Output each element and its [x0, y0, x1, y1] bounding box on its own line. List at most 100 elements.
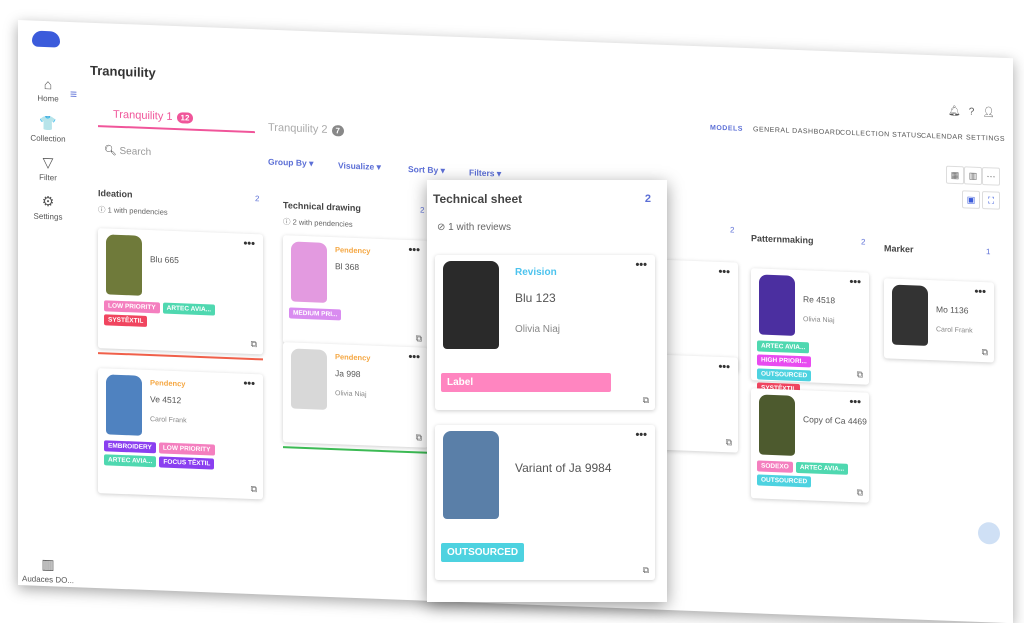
more-options-icon[interactable]: ••• [408, 244, 420, 256]
open-external-icon[interactable]: ⧉ [726, 437, 732, 448]
tab-tranquility-2[interactable]: Tranquility 27 [268, 122, 344, 137]
tag: LOW PRIORITY [104, 300, 160, 314]
filters-dropdown[interactable]: Filters ▾ [469, 167, 501, 179]
tag-list: EMBROIDERY LOW PRIORITY ARTEC AVIA... FOCUS… [104, 440, 243, 470]
model-card[interactable]: Pendency Ja 998 Olivia Niaj ••• ⧉ [283, 342, 428, 454]
more-options-icon[interactable]: ••• [849, 276, 861, 288]
open-external-icon[interactable]: ⧉ [416, 432, 422, 443]
column-view-button[interactable]: ▥ [964, 166, 982, 186]
column-count: 2 [420, 205, 425, 215]
tag: SODEXO [757, 460, 793, 473]
nav-settings[interactable]: SETTINGS [966, 134, 1005, 142]
sidebar-item-home[interactable]: ⌂ Home [18, 75, 78, 104]
tag: ARTEC AVIA... [104, 454, 157, 468]
sidebar-item-collection[interactable]: 👕 Collection [18, 114, 78, 144]
column-count: 2 [644, 193, 651, 205]
model-name: Blu 123 [515, 291, 556, 305]
open-external-icon[interactable]: ⧉ [251, 484, 257, 495]
open-external-icon[interactable]: ⧉ [643, 565, 649, 576]
open-external-icon[interactable]: ⧉ [857, 487, 863, 498]
tag-list: OUTSOURCED [441, 543, 635, 562]
filter-icon: ▽ [42, 153, 54, 171]
nav-general-dashboard[interactable]: GENERAL DASHBOARD [753, 126, 841, 136]
open-external-icon[interactable]: ⧉ [982, 347, 988, 358]
model-card[interactable]: Pendency Bl 368 ••• ⧉ MEDIUM PRI... [283, 235, 428, 355]
model-card[interactable]: Re 4518 Olivia Niaj ••• ⧉ ARTEC AVIA... HIGH … [751, 268, 869, 396]
model-card[interactable]: Blu 665 ••• ⧉ LOW PRIORITY ARTEC AVIA... SYST… [98, 228, 263, 361]
calendar-icon[interactable]: ▣ [962, 190, 980, 209]
tab-label: Tranquility 1 [113, 108, 173, 123]
more-options-icon[interactable]: ••• [718, 361, 730, 373]
garment-thumbnail [106, 234, 142, 296]
tag: EMBROIDERY [104, 440, 156, 454]
home-icon: ⌂ [43, 75, 53, 93]
sidebar-item-label: Home [37, 93, 59, 104]
open-external-icon[interactable]: ⧉ [857, 369, 863, 380]
group-by-dropdown[interactable]: Group By ▾ [268, 157, 313, 170]
model-name: Mo 1136 [936, 304, 969, 316]
tag: ARTEC AVIA... [162, 302, 216, 316]
more-options-icon[interactable]: ••• [974, 286, 986, 298]
garment-thumbnail [291, 348, 327, 410]
more-options-icon[interactable]: ••• [408, 351, 420, 363]
tag: LOW PRIORITY [158, 442, 215, 456]
shirt-icon: 👕 [39, 114, 57, 132]
tab-tranquility-1[interactable]: Tranquility 1 12 [113, 108, 194, 124]
column-title: Technical drawing [283, 200, 361, 214]
search-input[interactable]: 🔍︎ Search [104, 145, 151, 158]
model-card[interactable]: Mo 1136 Carol Frank ••• ⧉ [884, 278, 994, 363]
logo [32, 30, 60, 48]
workspace-switcher[interactable]: ▥ Audaces DO... [18, 555, 78, 585]
column-count: 1 [986, 247, 991, 257]
more-options-icon[interactable]: ••• [849, 396, 861, 408]
label: Filters [469, 167, 495, 179]
alert-icon: ⓘ [283, 217, 291, 227]
assistant-avatar[interactable] [978, 521, 1000, 545]
sidebar-item-settings[interactable]: ⚙ Settings [18, 192, 78, 222]
sidebar-item-filter[interactable]: ▽ Filter [18, 153, 78, 183]
model-card[interactable]: Pendency Ve 4512 Carol Frank ••• ⧉ EMBROIDERY… [98, 368, 263, 500]
model-name: Ja 998 [335, 368, 361, 380]
open-external-icon[interactable]: ⧉ [416, 333, 422, 344]
status-label: Pendency [150, 378, 186, 389]
nav-models[interactable]: MODELS [710, 125, 743, 133]
sort-by-dropdown[interactable]: Sort By ▾ [408, 164, 445, 176]
open-external-icon[interactable]: ⧉ [643, 395, 649, 406]
more-options-icon[interactable]: ••• [635, 259, 647, 271]
tag: ARTEC AVIA... [757, 340, 810, 354]
model-card[interactable]: Copy of Ca 4469 ••• ⧉ SODEXO ARTEC AVIA... OU… [751, 388, 869, 503]
status-label: Pendency [335, 245, 371, 256]
status-bar [98, 352, 263, 361]
visualize-dropdown[interactable]: Visualize ▾ [338, 160, 381, 173]
grid-view-button[interactable]: ▦ [946, 165, 964, 185]
help-icon[interactable]: ? [969, 107, 983, 119]
model-card[interactable]: Variant of Ja 9984 ••• ⧉ OUTSOURCED [435, 425, 655, 580]
tag: OUTSOURCED [757, 474, 812, 488]
active-tab-indicator [98, 125, 255, 134]
tag: OUTSOURCED [757, 368, 812, 382]
column-title: Ideation [98, 188, 133, 200]
more-options-icon[interactable]: ••• [635, 429, 647, 441]
fullscreen-icon[interactable]: ⛶ [982, 191, 1000, 210]
nav-calendar[interactable]: CALENDAR [921, 133, 963, 142]
label: Visualize [338, 160, 375, 172]
user-icon[interactable]: 👤︎ [982, 107, 1003, 119]
bell-icon[interactable]: 🔔︎ [948, 106, 969, 118]
nav-collection-status[interactable]: COLLECTION STATUS [840, 130, 922, 140]
model-name: Bl 368 [335, 261, 360, 273]
more-options-icon[interactable]: ••• [718, 266, 730, 278]
sidebar-item-label: Settings [33, 211, 63, 222]
menu-toggle-icon[interactable]: ≡ [70, 87, 77, 101]
column-title: Patternmaking [751, 233, 814, 246]
more-options-icon[interactable]: ••• [243, 378, 255, 390]
status-label: Revision [515, 267, 557, 278]
garment-thumbnail [759, 274, 795, 336]
search-placeholder: Search [119, 145, 152, 159]
open-external-icon[interactable]: ⧉ [251, 339, 257, 350]
tag: FOCUS TÊXTIL [159, 456, 215, 470]
more-view-button[interactable]: ⋯ [982, 167, 1000, 186]
owner-name: Olivia Niaj [803, 316, 835, 325]
model-card[interactable]: Revision Blu 123 Olivia Niaj ••• ⧉ Label [435, 255, 655, 410]
more-options-icon[interactable]: ••• [243, 238, 255, 250]
tag: ARTEC AVIA... [795, 461, 849, 475]
